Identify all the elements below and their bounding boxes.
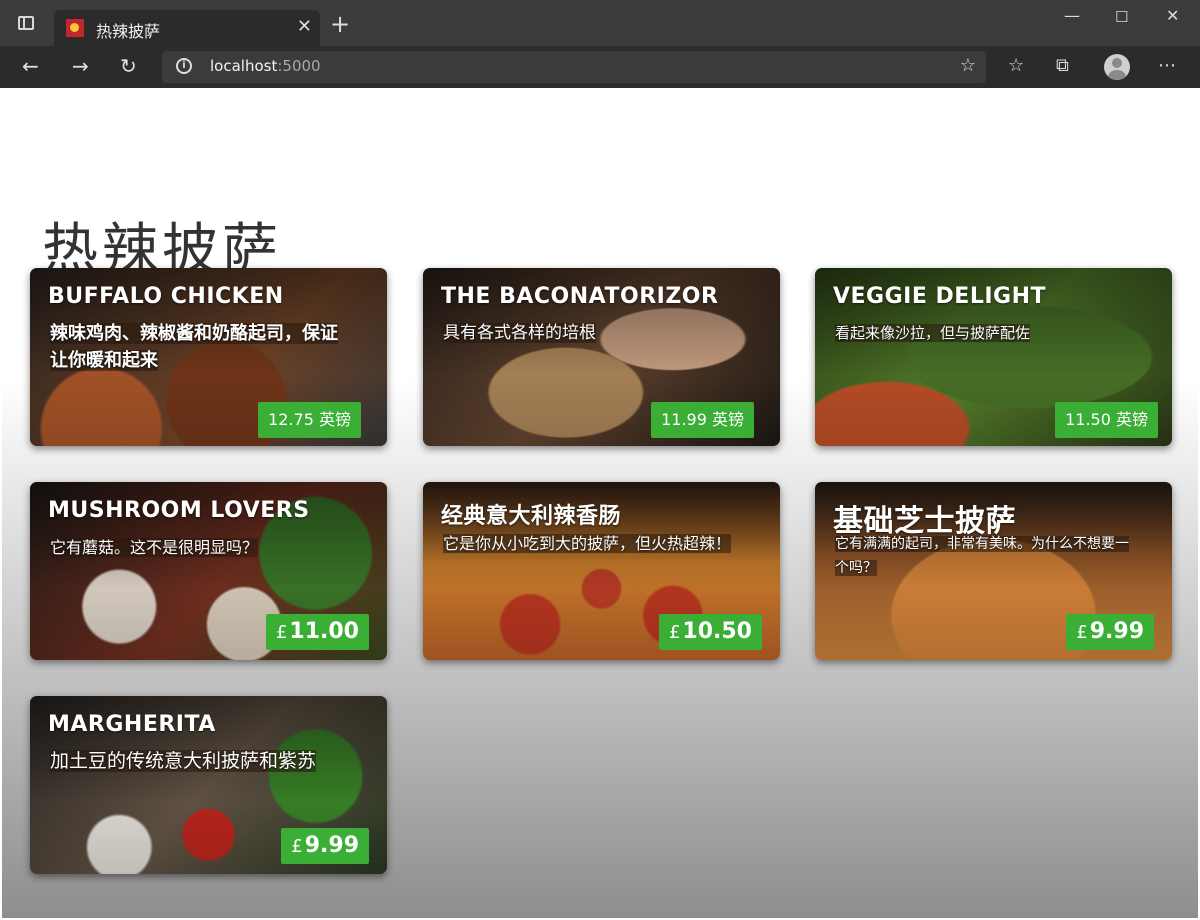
- pizza-name: MARGHERITA: [48, 712, 216, 737]
- refresh-icon[interactable]: ↻: [120, 54, 137, 78]
- browser-toolbar: ← → ↻ i localhost:5000 ☆ ☆ ⧉ ⋯: [0, 46, 1200, 88]
- price-badge: £10.50: [659, 614, 762, 650]
- pizza-name: MUSHROOM LOVERS: [48, 498, 310, 523]
- tab-title: 热辣披萨: [96, 18, 160, 42]
- price-badge: £11.00: [266, 614, 369, 650]
- pizza-card-baconatorizor[interactable]: THE BACONATORIZOR 具有各式各样的培根 11.99 英镑: [423, 268, 780, 446]
- pizza-favicon-icon: [66, 19, 84, 37]
- pizza-card-margherita[interactable]: MARGHERITA 加土豆的传统意大利披萨和紫苏 £9.99: [30, 696, 387, 874]
- pizza-card-basic-cheese[interactable]: 基础芝士披萨 它有满满的起司，非常有美味。为什么不想要一个吗？ £9.99: [815, 482, 1172, 660]
- site-info-icon[interactable]: i: [176, 58, 192, 74]
- price-badge: £9.99: [1066, 614, 1154, 650]
- price-badge: 12.75 英镑: [258, 402, 361, 438]
- price-badge: £9.99: [281, 828, 369, 864]
- pizza-card-buffalo-chicken[interactable]: BUFFALO CHICKEN 辣味鸡肉、辣椒酱和奶酪起司，保证让你暖和起来 1…: [30, 268, 387, 446]
- favorites-icon[interactable]: ☆: [1008, 55, 1024, 76]
- pizza-name: THE BACONATORIZOR: [441, 284, 718, 309]
- pizza-name: VEGGIE DELIGHT: [833, 284, 1046, 309]
- browser-tab[interactable]: 热辣披萨 ✕: [54, 10, 320, 46]
- back-icon[interactable]: ←: [22, 54, 39, 78]
- collections-icon[interactable]: ⧉: [1056, 55, 1069, 76]
- profile-avatar-icon[interactable]: [1104, 54, 1130, 80]
- address-bar[interactable]: i localhost:5000 ☆: [162, 51, 986, 83]
- pizza-description: 它有满满的起司，非常有美味。为什么不想要一个吗？: [835, 532, 1135, 580]
- new-tab-icon[interactable]: +: [330, 12, 350, 36]
- pizza-name: BUFFALO CHICKEN: [48, 284, 284, 309]
- close-window-icon[interactable]: ✕: [1166, 6, 1179, 25]
- close-tab-icon[interactable]: ✕: [297, 16, 312, 37]
- browser-titlebar: 热辣披萨 ✕ + — ☐ ✕: [0, 0, 1200, 46]
- tab-actions-icon[interactable]: [18, 16, 34, 30]
- pizza-name: 经典意大利辣香肠: [441, 498, 621, 530]
- address-text: localhost:5000: [210, 57, 321, 75]
- pizza-card-veggie-delight[interactable]: VEGGIE DELIGHT 看起来像沙拉，但与披萨配佐 11.50 英镑: [815, 268, 1172, 446]
- minimize-icon[interactable]: —: [1064, 6, 1080, 25]
- pizza-description: 加土豆的传统意大利披萨和紫苏: [50, 748, 350, 774]
- more-options-icon[interactable]: ⋯: [1158, 55, 1176, 76]
- pizza-description: 看起来像沙拉，但与披萨配佐: [835, 320, 1125, 347]
- page-content: 热辣披萨 BUFFALO CHICKEN 辣味鸡肉、辣椒酱和奶酪起司，保证让你暖…: [2, 89, 1198, 918]
- pizza-card-mushroom-lovers[interactable]: MUSHROOM LOVERS 它有蘑菇。这不是很明显吗？ £11.00: [30, 482, 387, 660]
- price-badge: 11.99 英镑: [651, 402, 754, 438]
- pizza-card-classic-pepperoni[interactable]: 经典意大利辣香肠 它是你从小吃到大的披萨，但火热超辣！ £10.50: [423, 482, 780, 660]
- add-favorite-icon[interactable]: ☆: [960, 55, 976, 76]
- pizza-description: 它是你从小吃到大的披萨，但火热超辣！: [443, 532, 733, 556]
- forward-icon[interactable]: →: [72, 54, 89, 78]
- price-badge: 11.50 英镑: [1055, 402, 1158, 438]
- pizza-description: 它有蘑菇。这不是很明显吗？: [50, 534, 350, 561]
- maximize-icon[interactable]: ☐: [1115, 8, 1128, 26]
- pizza-description: 具有各式各样的培根: [443, 320, 733, 347]
- pizza-description: 辣味鸡肉、辣椒酱和奶酪起司，保证让你暖和起来: [50, 320, 340, 374]
